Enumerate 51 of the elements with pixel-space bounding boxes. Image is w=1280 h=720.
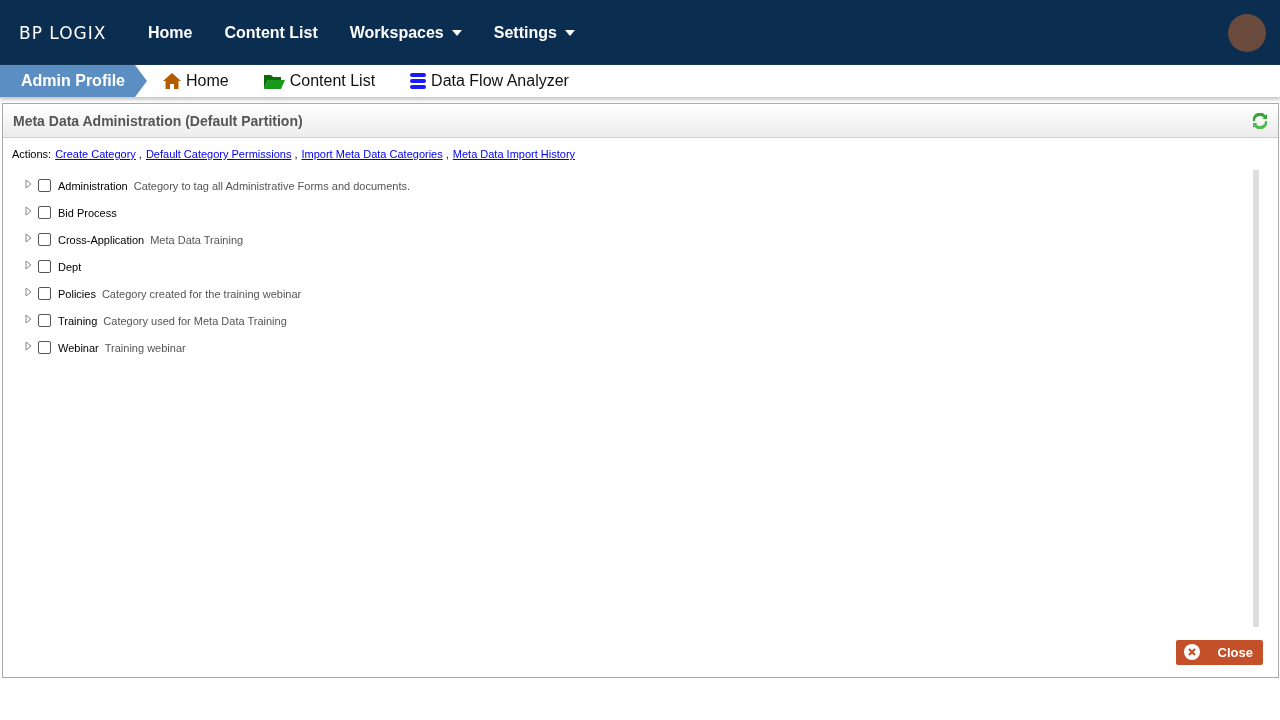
checkbox[interactable] — [38, 341, 51, 354]
expand-icon[interactable] — [25, 232, 32, 243]
database-icon — [410, 73, 427, 89]
nav-link[interactable]: Settings — [493, 23, 575, 42]
scrollbar[interactable] — [1253, 170, 1259, 627]
category-name[interactable]: Policies — [58, 287, 96, 300]
category-name[interactable]: Webinar — [58, 341, 99, 354]
breadcrumb-link[interactable]: Home — [163, 72, 229, 90]
avatar[interactable] — [1228, 13, 1266, 52]
action-link[interactable]: Default Category Permissions — [145, 148, 292, 160]
category-description: Category used for Meta Data Training — [103, 314, 287, 327]
separator: , — [294, 148, 298, 160]
separator: , — [138, 148, 142, 160]
refresh-icon[interactable] — [1252, 112, 1268, 129]
nav-link[interactable]: Workspaces — [349, 23, 462, 42]
separator: , — [445, 148, 449, 160]
category-name[interactable]: Cross-Application — [58, 233, 145, 246]
action-link[interactable]: Create Category — [55, 148, 136, 160]
category-name[interactable]: Bid Process — [58, 206, 117, 219]
category-description: Meta Data Training — [150, 233, 244, 246]
checkbox[interactable] — [38, 179, 51, 192]
expand-icon[interactable] — [25, 313, 32, 324]
close-button[interactable]: Close — [1176, 639, 1263, 665]
category-name[interactable]: Training — [58, 314, 98, 327]
close-icon — [1184, 644, 1200, 660]
expand-icon[interactable] — [25, 340, 32, 351]
category-description: Category created for the training webinar — [101, 287, 302, 300]
action-link[interactable]: Meta Data Import History — [452, 148, 576, 160]
breadcrumb-link[interactable]: Data Flow Analyzer — [410, 72, 569, 90]
expand-icon[interactable] — [25, 259, 32, 270]
folder-icon — [263, 73, 285, 89]
nav-link[interactable]: Content List — [224, 23, 318, 42]
home-icon — [163, 73, 181, 89]
expand-icon[interactable] — [25, 286, 32, 297]
panel-title: Meta Data Administration (Default Partition) — [13, 112, 303, 129]
category-description: Training webinar — [104, 341, 186, 354]
breadcrumb-link[interactable]: Content List — [263, 72, 376, 90]
action-link[interactable]: Import Meta Data Categories — [301, 148, 443, 160]
checkbox[interactable] — [38, 206, 51, 219]
checkbox[interactable] — [38, 233, 51, 246]
category-name[interactable]: Administration — [58, 179, 128, 192]
actions-label: Actions: — [12, 148, 52, 160]
nav-link[interactable]: Home — [148, 23, 193, 42]
category-description: Category to tag all Administrative Forms and documents. — [133, 179, 411, 192]
expand-icon[interactable] — [25, 205, 32, 216]
logo[interactable]: BP LOGIX — [19, 22, 129, 43]
category-name[interactable]: Dept — [58, 260, 82, 273]
checkbox[interactable] — [38, 287, 51, 300]
expand-icon[interactable] — [25, 178, 32, 189]
checkbox[interactable] — [38, 260, 51, 273]
checkbox[interactable] — [38, 314, 51, 327]
